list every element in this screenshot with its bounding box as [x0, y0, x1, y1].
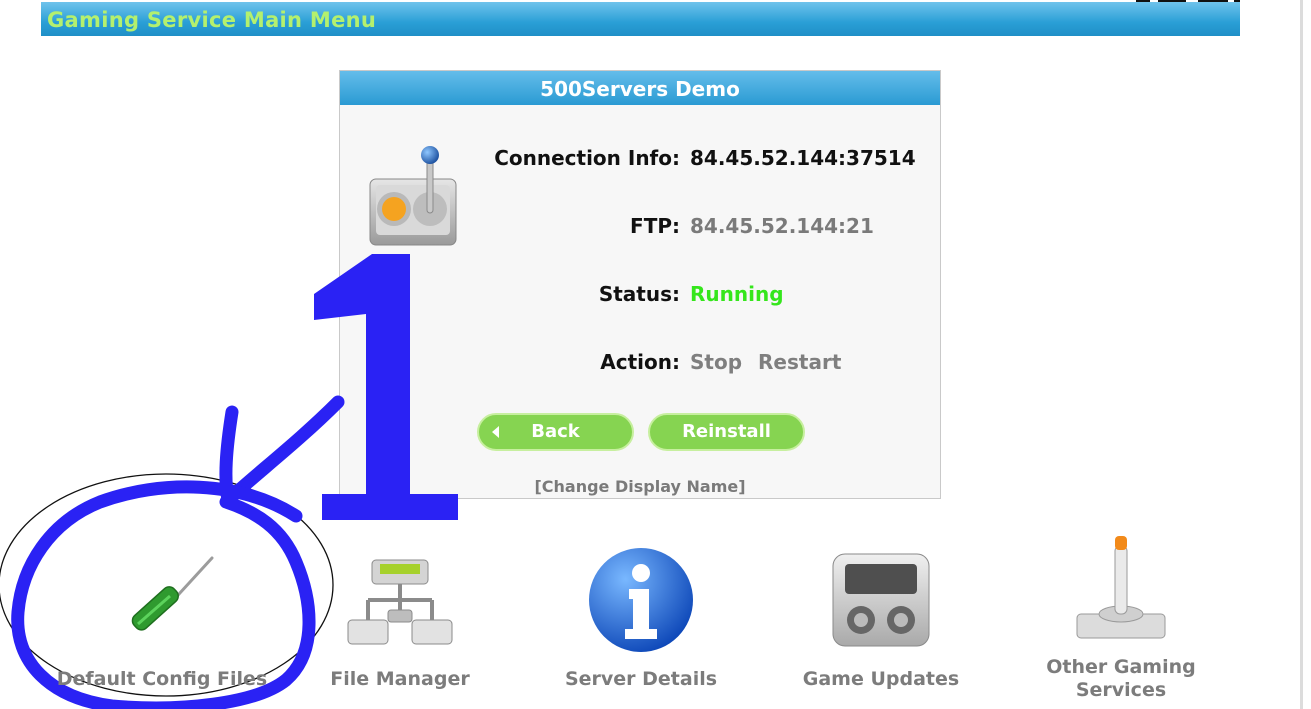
restart-link[interactable]: Restart — [758, 350, 841, 374]
page-title: Gaming Service Main Menu — [47, 8, 377, 32]
ftp-label: FTP: — [630, 214, 680, 238]
server-name-title: 500Servers Demo — [340, 71, 940, 105]
status-value: Running — [690, 282, 784, 306]
service-game-updates-label: Game Updates — [802, 668, 960, 690]
main-menu-header: Gaming Service Main Menu — [41, 2, 1240, 36]
service-server-details-label: Server Details — [564, 668, 718, 690]
service-default-config-files[interactable]: Default Config Files — [42, 540, 282, 700]
service-other-gaming-services[interactable]: Other Gaming Services — [1021, 530, 1221, 705]
action-row: Action: Stop Restart — [340, 350, 942, 380]
ftp-row: FTP: 84.45.52.144:21 — [340, 214, 942, 244]
info-icon — [589, 548, 693, 652]
right-scroll-rule — [1300, 0, 1303, 709]
service-server-details[interactable]: Server Details — [551, 540, 731, 700]
service-file-manager-label: File Manager — [330, 668, 470, 690]
action-links: Stop Restart — [690, 350, 841, 374]
screwdriver-icon — [131, 556, 214, 631]
reinstall-button-label: Reinstall — [682, 421, 771, 442]
status-row: Status: Running — [340, 282, 942, 312]
back-button-label: Back — [531, 421, 580, 442]
action-label: Action: — [600, 350, 680, 374]
stop-link[interactable]: Stop — [690, 350, 742, 374]
connection-info-label: Connection Info: — [494, 146, 680, 170]
status-label: Status: — [598, 282, 680, 306]
service-game-updates[interactable]: Game Updates — [791, 540, 971, 700]
connection-info-row: Connection Info: 84.45.52.144:37514 — [340, 146, 942, 176]
joystick-icon — [1076, 536, 1166, 639]
service-default-config-files-label: Default Config Files — [56, 668, 268, 690]
reinstall-button[interactable]: Reinstall — [648, 413, 805, 451]
connection-info-value: 84.45.52.144:37514 — [690, 146, 916, 170]
server-info-panel: 500Servers Demo Connection Info: 84.45.5… — [339, 70, 941, 499]
back-button[interactable]: Back — [477, 413, 634, 451]
back-arrow-icon — [492, 426, 499, 438]
console-icon — [832, 553, 930, 647]
change-display-name-link[interactable]: [Change Display Name] — [340, 477, 940, 496]
service-file-manager[interactable]: File Manager — [320, 540, 480, 700]
ftp-value: 84.45.52.144:21 — [690, 214, 874, 238]
network-drive-icon — [347, 559, 453, 645]
service-other-gaming-services-label: Other Gaming Services — [1046, 656, 1196, 701]
